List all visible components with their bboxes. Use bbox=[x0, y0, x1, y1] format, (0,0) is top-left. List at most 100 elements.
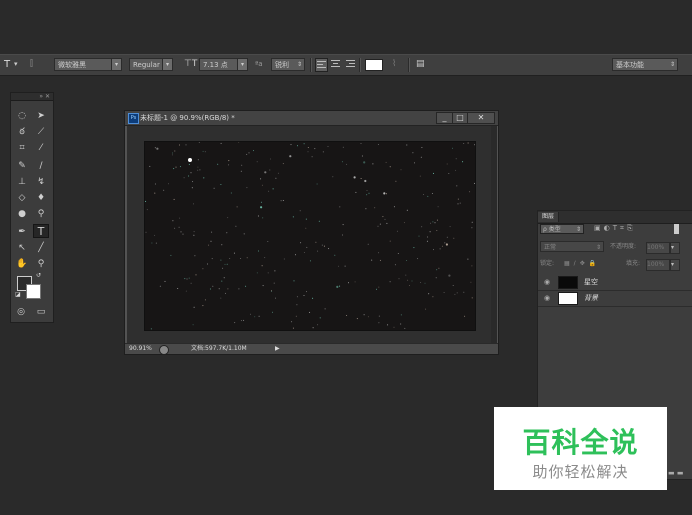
opacity-input[interactable]: 100% bbox=[646, 242, 670, 254]
type-tool-icon[interactable]: T bbox=[33, 224, 49, 238]
text-orientation-icon[interactable]: ⫿ bbox=[30, 58, 33, 71]
align-left-icon[interactable] bbox=[315, 58, 328, 72]
layer-name[interactable]: 背景 bbox=[584, 290, 598, 306]
star bbox=[348, 282, 349, 284]
star bbox=[471, 221, 473, 223]
star bbox=[192, 181, 194, 183]
star bbox=[258, 250, 259, 252]
background-color-swatch[interactable] bbox=[26, 284, 41, 299]
character-panel-icon[interactable]: ▤ bbox=[416, 58, 425, 71]
warp-text-icon[interactable]: ⌇ bbox=[392, 58, 396, 71]
blur-tool-icon[interactable]: ● bbox=[14, 207, 30, 221]
lock-icons[interactable]: ▦∕✥🔒 bbox=[564, 258, 600, 270]
history-brush-tool-icon[interactable]: ↯ bbox=[33, 175, 49, 189]
star bbox=[311, 156, 313, 158]
star bbox=[170, 254, 172, 256]
star bbox=[213, 187, 215, 189]
zoom-tool-icon[interactable]: ⚲ bbox=[33, 257, 49, 271]
filter-toggle-icon[interactable] bbox=[674, 224, 679, 234]
star bbox=[283, 258, 285, 260]
star bbox=[233, 252, 235, 254]
line-tool-icon[interactable]: ╱ bbox=[33, 241, 49, 255]
star bbox=[338, 265, 339, 267]
tool-preset-arrow-icon[interactable]: ▾ bbox=[14, 58, 18, 71]
dodge-tool-icon[interactable]: ⚲ bbox=[33, 207, 49, 221]
healing-brush-tool-icon[interactable]: ✎ bbox=[14, 159, 30, 173]
layer-filter-icons[interactable]: ▣◐T⌗⎘ bbox=[594, 224, 636, 233]
font-size-dropdown[interactable]: 7.13 点 ▾ bbox=[199, 58, 248, 71]
starfield-image bbox=[145, 141, 475, 330]
move-tool-icon[interactable]: ➤ bbox=[33, 109, 49, 123]
tab-layers[interactable]: 图层 bbox=[538, 212, 560, 222]
opacity-arrow-icon[interactable]: ▾ bbox=[670, 242, 680, 254]
fill-input[interactable]: 100% bbox=[646, 259, 670, 271]
font-style-dropdown[interactable]: Regular ▾ bbox=[129, 58, 173, 71]
star bbox=[305, 227, 307, 229]
eraser-tool-icon[interactable]: ◇ bbox=[14, 191, 30, 205]
star bbox=[363, 161, 366, 164]
brush-tool-icon[interactable]: ∕ bbox=[33, 159, 49, 173]
star bbox=[389, 281, 391, 283]
minimize-button[interactable]: _ bbox=[436, 112, 453, 124]
type-tool-preset-icon[interactable]: T bbox=[4, 58, 10, 71]
star bbox=[361, 155, 363, 157]
status-menu-arrow-icon[interactable]: ▶ bbox=[275, 344, 280, 354]
anti-alias-dropdown[interactable]: 锐利 ⇕ bbox=[271, 58, 305, 71]
star bbox=[427, 236, 429, 238]
align-center-icon[interactable] bbox=[330, 58, 341, 70]
workspace-dropdown[interactable]: 基本功能 ⇕ bbox=[612, 58, 678, 71]
align-right-icon[interactable] bbox=[345, 58, 356, 70]
clone-stamp-tool-icon[interactable]: ⊥ bbox=[14, 175, 30, 189]
star bbox=[389, 166, 391, 168]
star bbox=[420, 282, 422, 283]
layer-filter-dropdown[interactable]: ρ 类型 ⇕ bbox=[540, 224, 584, 234]
quick-select-tool-icon[interactable]: ⟋ bbox=[33, 125, 49, 139]
star bbox=[411, 280, 413, 282]
document-title-bar[interactable]: Ps 未标题-1 @ 90.9%(RGB/8) * _ □ ✕ bbox=[125, 111, 498, 126]
swap-colors-icon[interactable]: ↺ bbox=[36, 272, 41, 279]
layer-row[interactable]: ◉ 星空 bbox=[538, 274, 692, 291]
maximize-button[interactable]: □ bbox=[452, 112, 468, 124]
star bbox=[379, 259, 381, 261]
path-selection-tool-icon[interactable]: ↖ bbox=[14, 241, 30, 255]
default-colors-icon[interactable]: ◪ bbox=[15, 291, 21, 298]
hand-tool-icon[interactable]: ✋ bbox=[14, 257, 30, 271]
star bbox=[190, 282, 192, 284]
marquee-tool-icon[interactable]: ◌ bbox=[14, 109, 30, 123]
star bbox=[184, 278, 186, 280]
star bbox=[433, 249, 434, 251]
vertical-scrollbar[interactable] bbox=[491, 126, 497, 345]
font-family-dropdown[interactable]: 微软雅黑 ▾ bbox=[54, 58, 122, 71]
crop-tool-icon[interactable]: ⌗ bbox=[14, 141, 30, 155]
visibility-eye-icon[interactable]: ◉ bbox=[544, 278, 550, 286]
new-group-icon[interactable]: ▬ ▬ bbox=[668, 469, 683, 477]
eyedropper-tool-icon[interactable]: ⁄ bbox=[33, 141, 49, 155]
star bbox=[419, 175, 421, 177]
tools-panel-header[interactable]: » ✕ bbox=[11, 93, 53, 101]
star bbox=[431, 193, 433, 194]
starfield-canvas[interactable] bbox=[144, 141, 476, 331]
blend-mode-dropdown[interactable]: 正常 ⇕ bbox=[540, 241, 604, 252]
star bbox=[470, 281, 472, 283]
status-info-icon[interactable] bbox=[159, 345, 169, 355]
screen-mode-icon[interactable]: ▭ bbox=[33, 305, 49, 319]
pen-tool-icon[interactable]: ✒ bbox=[14, 225, 30, 239]
star bbox=[175, 166, 177, 168]
collapse-icon[interactable]: » ✕ bbox=[39, 93, 50, 100]
quick-mask-icon[interactable]: ◎ bbox=[13, 305, 29, 319]
star bbox=[190, 172, 192, 174]
star bbox=[193, 234, 195, 236]
fill-arrow-icon[interactable]: ▾ bbox=[670, 259, 680, 271]
zoom-level[interactable]: 90.91% bbox=[129, 344, 152, 354]
star bbox=[456, 185, 458, 187]
close-button[interactable]: ✕ bbox=[467, 112, 495, 124]
layer-name[interactable]: 星空 bbox=[584, 274, 598, 290]
lasso-tool-icon[interactable]: ఠ bbox=[14, 125, 30, 139]
paint-bucket-tool-icon[interactable]: ♦ bbox=[33, 191, 49, 205]
canvas-area[interactable] bbox=[127, 126, 491, 345]
layer-row[interactable]: ◉ 背景 bbox=[538, 290, 692, 307]
visibility-eye-icon[interactable]: ◉ bbox=[544, 294, 550, 302]
text-color-swatch[interactable] bbox=[365, 59, 383, 71]
star bbox=[220, 142, 222, 144]
star bbox=[174, 150, 176, 152]
